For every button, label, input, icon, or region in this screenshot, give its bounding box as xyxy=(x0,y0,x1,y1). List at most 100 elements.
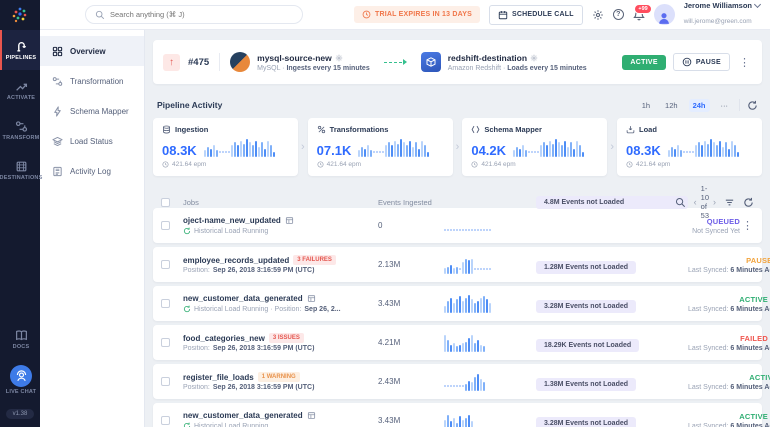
destination-subtitle: Amazon Redshift · Loads every 15 minutes xyxy=(448,65,587,72)
activity-title: Pipeline Activity xyxy=(157,100,222,110)
refresh-icon[interactable] xyxy=(743,197,754,208)
events-ingested-value: 3.43M xyxy=(378,416,444,425)
table-row[interactable]: food_categories_new 3 ISSUES Position: S… xyxy=(153,325,762,360)
source-settings-icon[interactable] xyxy=(335,54,343,62)
job-sync-info: Last Synced: 6 Minutes Ago xyxy=(688,267,770,274)
sidebar-item-live-chat[interactable]: LIVE CHAT xyxy=(0,357,40,403)
stat-value: 07.1K xyxy=(317,144,352,157)
logo-icon xyxy=(10,5,30,25)
search-input[interactable] xyxy=(110,10,293,19)
job-sync-info: Last Synced: 6 Minutes Ago xyxy=(688,384,770,391)
subnav-item-overview[interactable]: Overview xyxy=(40,36,144,66)
sparkline xyxy=(513,139,584,157)
column-jobs: Jobs xyxy=(183,198,378,207)
row-checkbox[interactable] xyxy=(161,221,170,230)
sidebar-spacer xyxy=(0,190,40,321)
row-checkbox[interactable] xyxy=(161,299,170,308)
subnav-item-activity-log[interactable]: Activity Log xyxy=(40,156,144,186)
user-name: Jerome Williamson xyxy=(684,1,752,10)
notifications-button[interactable]: +99 xyxy=(633,9,645,21)
schedule-call-button[interactable]: SCHEDULE CALL xyxy=(489,5,583,25)
trial-badge: TRIAL EXPIRES IN 13 DAYS xyxy=(354,6,480,23)
layers-icon xyxy=(52,136,63,147)
subnav-item-load-status[interactable]: Load Status xyxy=(40,126,144,156)
filter-icon[interactable] xyxy=(724,197,735,208)
job-name: new_customer_data_generated xyxy=(183,411,303,420)
search-icon xyxy=(95,10,105,20)
next-page-button[interactable]: › xyxy=(713,197,716,207)
pause-button[interactable]: PAUSE xyxy=(673,53,730,71)
divider xyxy=(739,99,740,111)
row-checkbox[interactable] xyxy=(161,377,170,386)
topbar: TRIAL EXPIRES IN 13 DAYS SCHEDULE CALL ?… xyxy=(40,0,770,30)
sidebar-item-pipelines[interactable]: PIPELINES xyxy=(0,30,40,70)
subnav-item-transformation[interactable]: Transformation xyxy=(40,66,144,96)
avatar[interactable] xyxy=(654,4,675,25)
activity-stats: Ingestion 08.3K 421.64 epm › Transformat… xyxy=(153,118,762,176)
range-12h[interactable]: 12h xyxy=(661,99,682,112)
question-icon: ? xyxy=(613,9,624,20)
search-box[interactable] xyxy=(85,5,303,24)
pipeline-number: #475 xyxy=(188,57,209,68)
job-sync-info: Last Synced: 6 Minutes Ago xyxy=(688,306,770,313)
sidebar-item-docs[interactable]: DOCS xyxy=(0,321,40,357)
sidebar-item-label: ACTIVATE xyxy=(7,95,35,101)
range-24h[interactable]: 24h xyxy=(689,99,710,112)
transform-icon xyxy=(15,120,28,133)
destination-name: redshift-destination xyxy=(448,53,527,63)
stat-card-transformations[interactable]: Transformations 07.1K 421.64 epm xyxy=(308,118,453,176)
table-row[interactable]: new_customer_data_generated Historical L… xyxy=(153,403,762,427)
mysql-logo-icon xyxy=(230,52,250,72)
events-ingested-value: 2.43M xyxy=(378,377,444,386)
pause-icon xyxy=(682,57,692,67)
events-not-loaded-badge: 1.28M Events not Loaded xyxy=(536,261,636,274)
job-sync-info: Not Synced Yet xyxy=(688,228,740,235)
stat-card-schema-mapper[interactable]: Schema Mapper 04.2K 421.64 epm xyxy=(462,118,607,176)
table-row[interactable]: employee_records_updated 3 FAILURES Posi… xyxy=(153,247,762,282)
settings-button[interactable] xyxy=(592,9,604,21)
job-sparkline xyxy=(444,334,536,352)
total-not-loaded-badge: 4.8M Events not Loaded xyxy=(536,196,688,209)
app-logo[interactable] xyxy=(0,0,40,30)
job-name: new_customer_data_generated xyxy=(183,294,303,303)
pipeline-status-badge: ACTIVE xyxy=(622,55,665,70)
sidebar-item-destinations[interactable]: DESTINATIONS xyxy=(0,150,40,190)
overview-icon xyxy=(52,46,63,57)
help-button[interactable]: ? xyxy=(613,9,624,20)
table-icon xyxy=(307,294,316,303)
table-row[interactable]: register_file_loads 1 WARNING Position: … xyxy=(153,364,762,399)
stat-card-load[interactable]: Load 08.3K 421.64 epm xyxy=(617,118,762,176)
pipeline-menu-button[interactable]: ⋮ xyxy=(737,56,752,69)
search-icon[interactable] xyxy=(675,197,686,208)
subnav-item-schema-mapper[interactable]: Schema Mapper xyxy=(40,96,144,126)
range-more-button[interactable]: ··· xyxy=(717,99,733,112)
database-icon xyxy=(162,125,171,134)
destination-settings-icon[interactable] xyxy=(530,54,538,62)
stat-card-ingestion[interactable]: Ingestion 08.3K 421.64 epm xyxy=(153,118,298,176)
row-checkbox[interactable] xyxy=(161,338,170,347)
sidebar-item-transform[interactable]: TRANSFORM xyxy=(0,110,40,150)
destination-node[interactable]: redshift-destination Amazon Redshift · L… xyxy=(421,52,587,72)
select-all-checkbox[interactable] xyxy=(161,198,170,207)
user-email: will.jerome@green.com xyxy=(684,18,752,25)
range-1h[interactable]: 1h xyxy=(638,99,654,112)
user-menu[interactable]: Jerome Williamson will.jerome@green.com xyxy=(684,1,760,28)
row-menu-button[interactable]: ⋮ xyxy=(740,219,754,232)
row-checkbox[interactable] xyxy=(161,416,170,425)
events-ingested-value: 2.13M xyxy=(378,260,444,269)
refresh-icon[interactable] xyxy=(747,100,758,111)
load-icon xyxy=(626,125,635,134)
brackets-icon xyxy=(471,125,480,134)
source-node[interactable]: mysql-source-new MySQL · Ingests every 1… xyxy=(230,52,370,72)
source-subtitle: MySQL · Ingests every 15 minutes xyxy=(257,65,370,72)
chevron-down-icon xyxy=(754,1,761,8)
row-checkbox[interactable] xyxy=(161,260,170,269)
prev-page-button[interactable]: ‹ xyxy=(694,197,697,207)
table-row[interactable]: oject-name_new_updated Historical Load R… xyxy=(153,208,762,243)
version-badge: v1.38 xyxy=(6,409,35,419)
sidebar-item-label: PIPELINES xyxy=(6,55,37,61)
job-status: FAILED xyxy=(688,334,770,343)
chevron-right-icon: › xyxy=(456,141,460,153)
table-row[interactable]: new_customer_data_generated Historical L… xyxy=(153,286,762,321)
sidebar-item-activate[interactable]: ACTIVATE xyxy=(0,70,40,110)
